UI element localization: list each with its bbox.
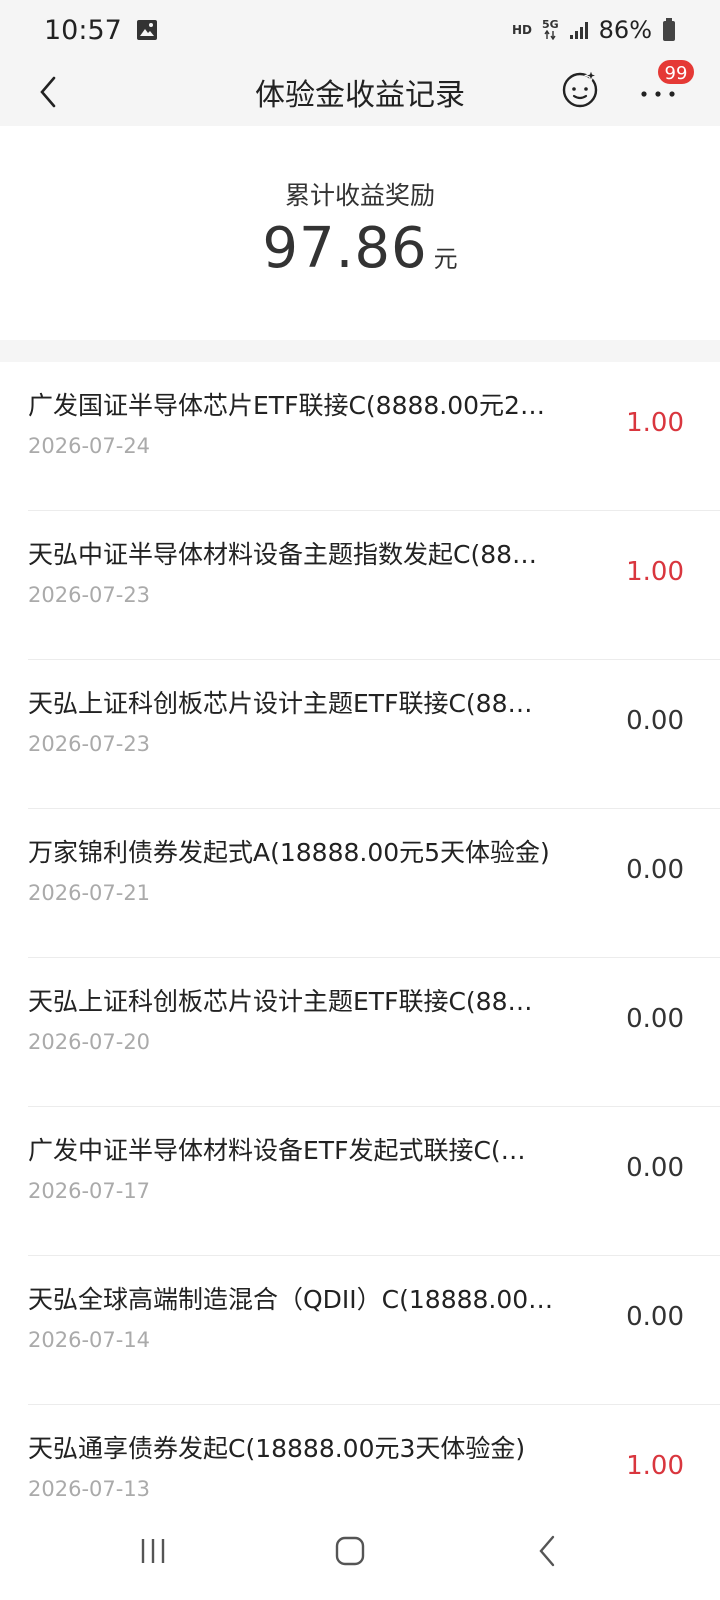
network-indicator: 5G: [541, 18, 559, 40]
record-value: 1.00: [626, 1451, 684, 1481]
list-item[interactable]: 广发中证半导体材料设备ETF发起式联接C(… 2026-07-17 0.00: [28, 1107, 720, 1256]
system-nav-bar: [0, 1506, 720, 1600]
record-date: 2026-07-23: [28, 583, 151, 607]
smiley-sparkle-icon[interactable]: [560, 68, 600, 108]
recents-icon[interactable]: [128, 1526, 178, 1576]
summary-amount: 97.86: [262, 216, 428, 281]
signal-icon: [569, 22, 588, 39]
record-name: 天弘通享债券发起C(18888.00元3天体验金): [28, 1434, 526, 1463]
data-arrows-icon: [544, 30, 556, 40]
record-name: 万家锦利债券发起式A(18888.00元5天体验金): [28, 838, 550, 867]
summary-label: 累计收益奖励: [284, 181, 435, 210]
record-value: 0.00: [626, 855, 684, 885]
record-name: 天弘中证半导体材料设备主题指数发起C(88…: [28, 540, 538, 569]
network-type: 5G: [541, 18, 559, 31]
list-item[interactable]: 万家锦利债券发起式A(18888.00元5天体验金) 2026-07-21 0.…: [28, 809, 720, 958]
message-count-badge[interactable]: 99: [656, 58, 696, 86]
summary-unit: 元: [433, 245, 458, 273]
section-divider: [0, 340, 720, 362]
list-item[interactable]: 天弘全球高端制造混合（QDII）C(18888.00… 2026-07-14 0…: [28, 1256, 720, 1405]
record-value: 0.00: [626, 1302, 684, 1332]
record-value: 0.00: [626, 1153, 684, 1183]
record-name: 广发中证半导体材料设备ETF发起式联接C(…: [28, 1136, 526, 1165]
summary-card: 累计收益奖励 97.86 元: [0, 126, 720, 340]
home-icon[interactable]: [325, 1526, 375, 1576]
record-value: 1.00: [626, 408, 684, 438]
list-item[interactable]: 广发国证半导体芯片ETF联接C(8888.00元2… 2026-07-24 1.…: [28, 362, 720, 511]
gallery-notification-icon: [136, 20, 157, 40]
record-value: 1.00: [626, 557, 684, 587]
record-date: 2026-07-14: [28, 1328, 151, 1352]
back-icon[interactable]: [523, 1526, 573, 1576]
header-bar: 体验金收益记录 99: [0, 58, 720, 126]
record-name: 天弘全球高端制造混合（QDII）C(18888.00…: [28, 1285, 554, 1314]
list-item[interactable]: 天弘上证科创板芯片设计主题ETF联接C(88… 2026-07-20 0.00: [28, 958, 720, 1107]
record-name: 天弘上证科创板芯片设计主题ETF联接C(88…: [28, 689, 533, 718]
record-date: 2026-07-23: [28, 732, 151, 756]
record-value: 0.00: [626, 706, 684, 736]
record-date: 2026-07-17: [28, 1179, 151, 1203]
record-name: 广发国证半导体芯片ETF联接C(8888.00元2…: [28, 391, 545, 420]
status-right: HD 5G 86%: [512, 16, 676, 44]
record-date: 2026-07-21: [28, 881, 151, 905]
list-item[interactable]: 天弘通享债券发起C(18888.00元3天体验金) 2026-07-13 1.0…: [28, 1405, 720, 1506]
record-date: 2026-07-24: [28, 434, 151, 458]
hd-indicator: HD: [511, 23, 532, 37]
record-date: 2026-07-13: [28, 1477, 151, 1501]
record-date: 2026-07-20: [28, 1030, 151, 1054]
battery-icon: [663, 18, 675, 41]
record-value: 0.00: [626, 1004, 684, 1034]
status-left: 10:57: [44, 15, 158, 46]
status-bar: 10:57 HD 5G 86%: [0, 0, 720, 60]
list-item[interactable]: 天弘中证半导体材料设备主题指数发起C(88… 2026-07-23 1.00: [28, 511, 720, 660]
status-time: 10:57: [44, 14, 122, 46]
summary-amount-row: 97.86 元: [0, 216, 720, 281]
record-name: 天弘上证科创板芯片设计主题ETF联接C(88…: [28, 987, 533, 1016]
record-list[interactable]: 广发国证半导体芯片ETF联接C(8888.00元2… 2026-07-24 1.…: [0, 362, 720, 1506]
page-title: 体验金收益记录: [255, 78, 465, 113]
battery-percent: 86%: [598, 16, 652, 44]
list-item[interactable]: 天弘上证科创板芯片设计主题ETF联接C(88… 2026-07-23 0.00: [28, 660, 720, 809]
